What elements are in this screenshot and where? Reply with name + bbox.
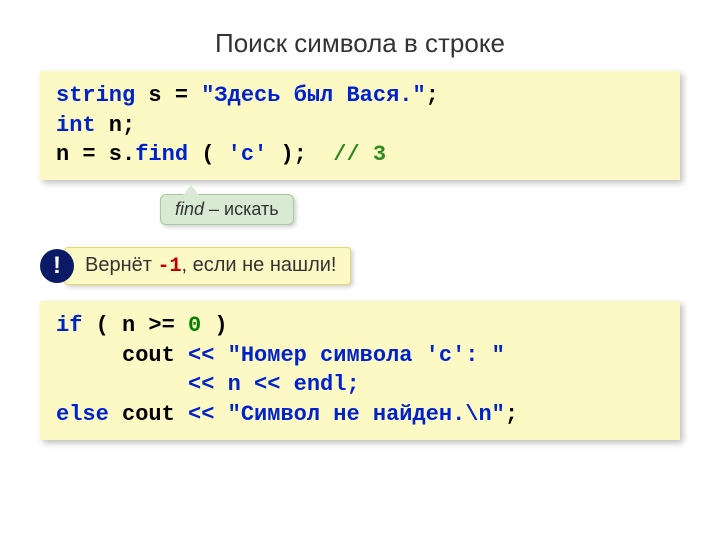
code-token: "Здесь был Вася." [201, 83, 425, 108]
note-row: ! Вернёт -1, если не нашли! [40, 247, 680, 285]
page-title: Поиск символа в строке [0, 0, 720, 71]
code-token: s = [135, 83, 201, 108]
code-block-2: if ( n >= 0 ) cout << "Номер символа 'c'… [40, 301, 680, 440]
code-token: n; [96, 113, 136, 138]
exclamation-icon: ! [40, 249, 74, 283]
code-token: else [56, 402, 109, 427]
note-box: Вернёт -1, если не нашли! [64, 247, 351, 285]
code-token: 'с' [228, 142, 268, 167]
code-token: ; [505, 402, 518, 427]
code-token: cout [109, 402, 188, 427]
code-token: << "Символ не найден.\n" [188, 402, 505, 427]
code-token: ( [188, 142, 228, 167]
code-token: ; [426, 83, 439, 108]
code-token: ( n >= [82, 313, 188, 338]
note-value: -1 [157, 255, 181, 278]
code-token: n = s. [56, 142, 135, 167]
code-token: 0 [188, 313, 201, 338]
tooltip-word: find [175, 199, 204, 219]
tooltip-find: find – искать [160, 194, 294, 225]
code-block-1: string s = "Здесь был Вася."; int n; n =… [40, 71, 680, 180]
note-pre: Вернёт [85, 254, 157, 276]
note-post: , если не нашли! [182, 254, 337, 276]
code-token: // 3 [333, 142, 386, 167]
code-token: string [56, 83, 135, 108]
code-token: << "Номер символа 'c': " [188, 343, 505, 368]
code-token: find [135, 142, 188, 167]
code-token: << n << endl; [188, 372, 360, 397]
code-token [56, 372, 188, 397]
code-token: ) [201, 313, 241, 338]
code-token: cout [56, 343, 188, 368]
code-token: ); [267, 142, 333, 167]
code-token: int [56, 113, 96, 138]
tooltip-rest: – искать [204, 199, 279, 219]
code-token: if [56, 313, 82, 338]
